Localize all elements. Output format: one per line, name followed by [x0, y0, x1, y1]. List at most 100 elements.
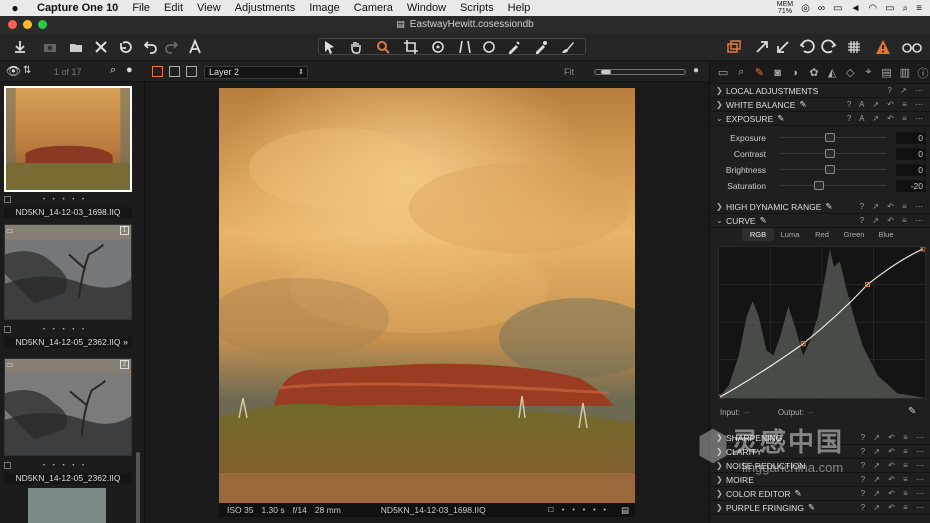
- pan-hand-icon[interactable]: [348, 37, 364, 57]
- section-purple-fringing[interactable]: ❯ PURPLE FRINGING ✎? ↗ ↶ ≡ ⋯: [710, 501, 930, 515]
- section-tool-icons[interactable]: ? ↗ ↶ ≡ ⋯: [860, 202, 926, 211]
- thumbnail-cell[interactable]: ▭ 2 • • • • • « ND5KN_14-12-05_2362.IIQ: [0, 358, 140, 486]
- airplay-icon[interactable]: ▭: [833, 3, 842, 14]
- delete-icon[interactable]: [93, 37, 109, 57]
- status-ring-icon[interactable]: ◎: [801, 3, 810, 14]
- select-checkbox[interactable]: [4, 326, 11, 333]
- section-tool-icons[interactable]: ? ↗ ↶ ≡ ⋯: [861, 489, 927, 498]
- tab-color-icon[interactable]: ✿: [807, 66, 821, 80]
- zoom-window-button[interactable]: [38, 20, 47, 29]
- rating-dots[interactable]: ☐ • • • • •: [548, 506, 609, 514]
- exposure-slider-knob[interactable]: [825, 133, 835, 142]
- thumbnail-image[interactable]: [4, 358, 132, 456]
- section-tool-icons[interactable]: ? ↗ ↶ ≡ ⋯: [861, 447, 927, 456]
- tab-library-icon[interactable]: ▭: [716, 66, 730, 80]
- section-noise-reduction[interactable]: ❯ NOISE REDUCTION? ↗ ↶ ≡ ⋯: [710, 459, 930, 473]
- apply-adjustments-icon[interactable]: [775, 37, 791, 57]
- zoom-slider[interactable]: [594, 69, 686, 75]
- tab-adjust-icon[interactable]: ✎: [752, 66, 766, 80]
- brightness-slider-knob[interactable]: [825, 165, 835, 174]
- keystone-tool-icon[interactable]: [457, 37, 473, 57]
- rating-dots[interactable]: • • • • •: [30, 197, 100, 203]
- rating-dots[interactable]: • • • • •: [30, 327, 100, 333]
- menu-view[interactable]: View: [190, 2, 228, 14]
- stack-icon[interactable]: [726, 37, 742, 57]
- browser-scrollbar[interactable]: [136, 452, 140, 523]
- curve-tab-green[interactable]: Green: [838, 228, 870, 241]
- rating-dots[interactable]: • • • • •: [30, 463, 100, 469]
- tab-camera-icon[interactable]: ◙: [771, 66, 785, 80]
- section-tool-icons[interactable]: ? ↗ ↶ ≡ ⋯: [861, 503, 927, 512]
- section-tool-icons[interactable]: ? ↗ ⋯: [887, 86, 926, 95]
- section-sharpening[interactable]: ❯ SHARPENING? ↗ ↶ ≡ ⋯: [710, 431, 930, 445]
- section-local-adjustments[interactable]: ❯ LOCAL ADJUSTMENTS? ↗ ⋯: [710, 84, 930, 98]
- section-clarity[interactable]: ❯ CLARITY? ↗ ↶ ≡ ⋯: [710, 445, 930, 459]
- menu-help[interactable]: Help: [501, 2, 538, 14]
- curve-editor[interactable]: [717, 246, 926, 400]
- memory-indicator[interactable]: MEM 71%: [777, 1, 793, 15]
- menu-camera[interactable]: Camera: [347, 2, 400, 14]
- spotlight-icon[interactable]: ⌕: [903, 3, 909, 14]
- search-icon[interactable]: ⌕: [110, 64, 116, 77]
- section-tool-icons[interactable]: ? A ↗ ↶ ≡ ⋯: [847, 100, 926, 109]
- section-tool-icons[interactable]: ? ↗ ↶ ≡ ⋯: [861, 475, 927, 484]
- rotate-tool-icon[interactable]: [430, 37, 446, 57]
- menu-adjustments[interactable]: Adjustments: [228, 2, 303, 14]
- rotate-right-icon[interactable]: [821, 37, 837, 57]
- camera-capture-icon[interactable]: [42, 37, 58, 57]
- brush-tool-icon[interactable]: [560, 37, 576, 57]
- section-exposure[interactable]: ⌄ EXPOSURE ✎? A ↗ ↶ ≡ ⋯: [710, 112, 930, 126]
- exposure-warning-icon[interactable]: [875, 37, 891, 57]
- user-filter-icon[interactable]: ●: [126, 64, 133, 76]
- menu-window[interactable]: Window: [400, 2, 453, 14]
- redo-icon[interactable]: [163, 37, 179, 57]
- section-white-balance[interactable]: ❯ WHITE BALANCE ✎? A ↗ ↶ ≡ ⋯: [710, 98, 930, 112]
- curve-tab-rgb[interactable]: RGB: [742, 228, 774, 241]
- thumbnail-image[interactable]: [4, 86, 132, 192]
- thumbnail-cell[interactable]: • • • • • ND5KN_14-12-03_1698.IIQ: [0, 84, 140, 219]
- tab-details-icon[interactable]: ◇: [843, 66, 857, 80]
- tab-exposure-icon[interactable]: ◭: [825, 66, 839, 80]
- proof-glasses-icon[interactable]: [901, 37, 923, 57]
- curve-picker-icon[interactable]: ✎: [908, 406, 916, 417]
- layer-select[interactable]: Layer 2 ⇕: [204, 66, 308, 79]
- reset-icon[interactable]: [117, 37, 133, 57]
- rotate-left-icon[interactable]: [799, 37, 815, 57]
- section-color-editor[interactable]: ❯ COLOR EDITOR ✎? ↗ ↶ ≡ ⋯: [710, 487, 930, 501]
- tab-local-icon[interactable]: ⌖: [861, 66, 875, 80]
- thumbnail-cell[interactable]: ▭ 1 • • • • • ND5KN_14-12-05_2362.IIQ »: [0, 224, 140, 352]
- tab-lens-icon[interactable]: ◗: [789, 66, 803, 80]
- crop-tool-icon[interactable]: [403, 37, 419, 57]
- auto-adjust-icon[interactable]: [187, 37, 203, 57]
- main-photo[interactable]: [219, 88, 635, 503]
- section-moire[interactable]: ❯ MOIRE? ↗ ↶ ≡ ⋯: [710, 473, 930, 487]
- browser-toggle-icon[interactable]: [186, 66, 197, 77]
- eye-icon[interactable]: 👁: [6, 64, 21, 78]
- section-tool-icons[interactable]: ? ↗ ↶ ≡ ⋯: [861, 461, 927, 470]
- curve-tab-luma[interactable]: Luma: [774, 228, 806, 241]
- menu-file[interactable]: File: [125, 2, 157, 14]
- section-tool-icons[interactable]: ? A ↗ ↶ ≡ ⋯: [847, 114, 926, 123]
- undo-icon[interactable]: [143, 37, 159, 57]
- minimize-window-button[interactable]: [23, 20, 32, 29]
- tab-capture-icon[interactable]: ⌕: [734, 66, 748, 80]
- sort-icon[interactable]: ⇅: [23, 65, 31, 76]
- saturation-value-field[interactable]: -20: [896, 180, 926, 192]
- exposure-value-field[interactable]: 0: [896, 132, 926, 144]
- section-hdr[interactable]: ❯ HIGH DYNAMIC RANGE ✎? ↗ ↶ ≡ ⋯: [710, 200, 930, 214]
- contrast-value-field[interactable]: 0: [896, 148, 926, 160]
- curve-tab-red[interactable]: Red: [806, 228, 838, 241]
- copy-adjustments-icon[interactable]: [754, 37, 770, 57]
- contrast-slider-knob[interactable]: [825, 149, 835, 158]
- tab-output-icon[interactable]: ▥: [898, 66, 912, 80]
- profile-icon[interactable]: ●: [693, 65, 699, 76]
- chevron-right-icon[interactable]: »: [123, 337, 128, 347]
- curve-tab-blue[interactable]: Blue: [870, 228, 902, 241]
- menu-image[interactable]: Image: [302, 2, 347, 14]
- menu-app[interactable]: Capture One 10: [30, 2, 125, 14]
- creative-cloud-icon[interactable]: ∞: [818, 3, 825, 14]
- section-tool-icons[interactable]: ? ↗ ↶ ≡ ⋯: [860, 216, 926, 225]
- thumbnail-image-partial[interactable]: [28, 488, 106, 523]
- battery-icon[interactable]: ▭: [885, 3, 894, 14]
- select-cursor-icon[interactable]: [322, 37, 338, 57]
